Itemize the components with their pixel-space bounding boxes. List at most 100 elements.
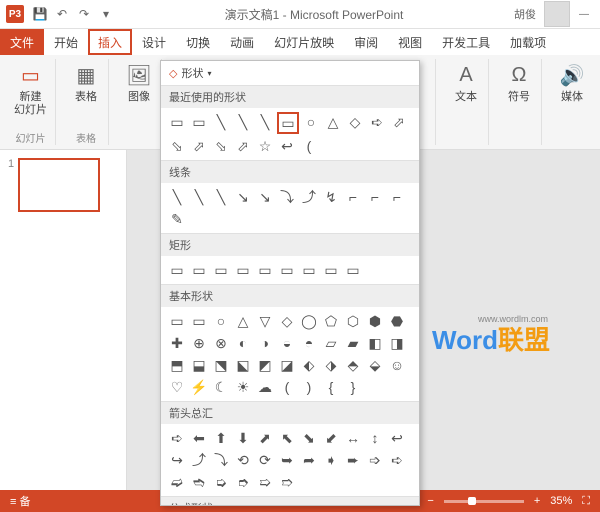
shape-item[interactable]: ◪	[277, 355, 297, 375]
shape-item[interactable]: ▭	[277, 260, 297, 280]
shape-item[interactable]: ▭	[299, 260, 319, 280]
undo-icon[interactable]: ↶	[54, 6, 70, 22]
shape-item[interactable]: (	[299, 136, 319, 156]
shape-item[interactable]: ◇	[277, 311, 297, 331]
shape-item[interactable]: ⬕	[233, 355, 253, 375]
shape-item[interactable]: ╲	[211, 112, 231, 132]
shape-item[interactable]: ⌐	[343, 187, 363, 207]
shape-item[interactable]: ▭	[255, 260, 275, 280]
shape-item[interactable]: ⬒	[167, 355, 187, 375]
slide-thumbnail-1[interactable]	[18, 158, 100, 212]
shape-item[interactable]: ⤴	[189, 450, 209, 470]
shape-item[interactable]: ↕	[365, 428, 385, 448]
shape-item[interactable]: ➪	[367, 112, 387, 132]
shape-item[interactable]: ▭	[189, 112, 209, 132]
shape-item[interactable]: ➦	[299, 450, 319, 470]
shape-item[interactable]: ⬊	[299, 428, 319, 448]
shape-item[interactable]: ◒	[277, 333, 297, 353]
shape-item[interactable]: ➧	[321, 450, 341, 470]
shape-item[interactable]: ➩	[365, 450, 385, 470]
zoom-level[interactable]: 35%	[550, 495, 572, 507]
shape-item[interactable]: ⬀	[189, 136, 209, 156]
shape-item[interactable]: ➨	[343, 450, 363, 470]
shape-item[interactable]: ⬣	[387, 311, 407, 331]
shape-item[interactable]: ↔	[343, 428, 363, 448]
shape-item[interactable]: ↩	[277, 136, 297, 156]
qat-more-icon[interactable]: ▾	[98, 6, 114, 22]
shape-item[interactable]: ⬠	[321, 311, 341, 331]
tab-anim[interactable]: 动画	[220, 29, 264, 55]
shape-item[interactable]: ⬂	[167, 136, 187, 156]
shape-item[interactable]: ▭	[189, 260, 209, 280]
shape-item[interactable]: }	[343, 377, 363, 397]
shape-item[interactable]: ✚	[167, 333, 187, 353]
tab-file[interactable]: 文件	[0, 29, 44, 55]
shape-item[interactable]: ✎	[167, 209, 187, 229]
shape-item[interactable]: ╲	[189, 187, 209, 207]
shape-item[interactable]: ○	[301, 112, 321, 132]
shape-item[interactable]: ⬔	[211, 355, 231, 375]
shape-item[interactable]: ○	[211, 311, 231, 331]
minimize-icon[interactable]: —	[574, 6, 594, 22]
shape-item[interactable]: ⌐	[365, 187, 385, 207]
shape-item[interactable]: ⚡	[189, 377, 209, 397]
shape-item[interactable]: ⬂	[211, 136, 231, 156]
shape-item[interactable]: ◑	[255, 333, 275, 353]
shape-item[interactable]: ⬘	[343, 355, 363, 375]
shape-item[interactable]: ☁	[255, 377, 275, 397]
tab-dev[interactable]: 开发工具	[432, 29, 500, 55]
shape-item[interactable]: ➯	[255, 472, 275, 492]
fit-window-icon[interactable]: ⛶	[582, 495, 590, 508]
shape-item[interactable]: ⬀	[233, 136, 253, 156]
shape-item[interactable]: ☆	[255, 136, 275, 156]
user-name[interactable]: 胡俊	[514, 6, 536, 22]
shape-item[interactable]: △	[233, 311, 253, 331]
shape-item[interactable]: ♡	[167, 377, 187, 397]
shape-item[interactable]: ➭	[211, 472, 231, 492]
shape-item[interactable]: ➪	[167, 428, 187, 448]
shape-item[interactable]: ▭	[189, 311, 209, 331]
shape-item[interactable]: ☀	[233, 377, 253, 397]
zoom-out-icon[interactable]: −	[427, 495, 433, 507]
shape-item[interactable]: ↩	[387, 428, 407, 448]
shape-item[interactable]: ➫	[167, 472, 187, 492]
shape-item[interactable]: ▱	[321, 333, 341, 353]
shape-item[interactable]: ⟲	[233, 450, 253, 470]
shape-item[interactable]: ➱	[277, 472, 297, 492]
shape-item[interactable]: ▭	[167, 311, 187, 331]
shape-item[interactable]: ⤵	[277, 187, 297, 207]
shape-item[interactable]: ⌐	[387, 187, 407, 207]
shape-item[interactable]: ◯	[299, 311, 319, 331]
shape-item[interactable]: ⬆	[211, 428, 231, 448]
shape-item[interactable]: ↪	[167, 450, 187, 470]
shape-item[interactable]: ⟳	[255, 450, 275, 470]
shape-item[interactable]: ⬇	[233, 428, 253, 448]
shape-item[interactable]: ◇	[345, 112, 365, 132]
shape-item[interactable]: ⬋	[321, 428, 341, 448]
zoom-slider[interactable]	[444, 500, 524, 503]
shape-item[interactable]: ◩	[255, 355, 275, 375]
shape-item[interactable]: ▭	[277, 112, 299, 134]
shape-item[interactable]: ╲	[167, 187, 187, 207]
shape-item[interactable]: ⬙	[365, 355, 385, 375]
shape-item[interactable]: ▭	[167, 112, 187, 132]
zoom-in-icon[interactable]: +	[534, 495, 540, 507]
tab-transition[interactable]: 切换	[176, 29, 220, 55]
shape-item[interactable]: ◐	[233, 333, 253, 353]
shape-item[interactable]: ⬓	[189, 355, 209, 375]
shape-item[interactable]: ▭	[321, 260, 341, 280]
shape-item[interactable]: ⬗	[321, 355, 341, 375]
tab-review[interactable]: 审阅	[344, 29, 388, 55]
shape-item[interactable]: ⬀	[389, 112, 409, 132]
shape-item[interactable]: (	[277, 377, 297, 397]
shape-item[interactable]: ◧	[365, 333, 385, 353]
shape-item[interactable]: △	[323, 112, 343, 132]
redo-icon[interactable]: ↷	[76, 6, 92, 22]
tab-design[interactable]: 设计	[132, 29, 176, 55]
image-button[interactable]: 🖼 图像	[123, 59, 155, 106]
shape-item[interactable]: ▭	[343, 260, 363, 280]
shape-item[interactable]: ⤴	[299, 187, 319, 207]
shape-item[interactable]: )	[299, 377, 319, 397]
shape-item[interactable]: ↘	[255, 187, 275, 207]
shape-item[interactable]: ▭	[211, 260, 231, 280]
